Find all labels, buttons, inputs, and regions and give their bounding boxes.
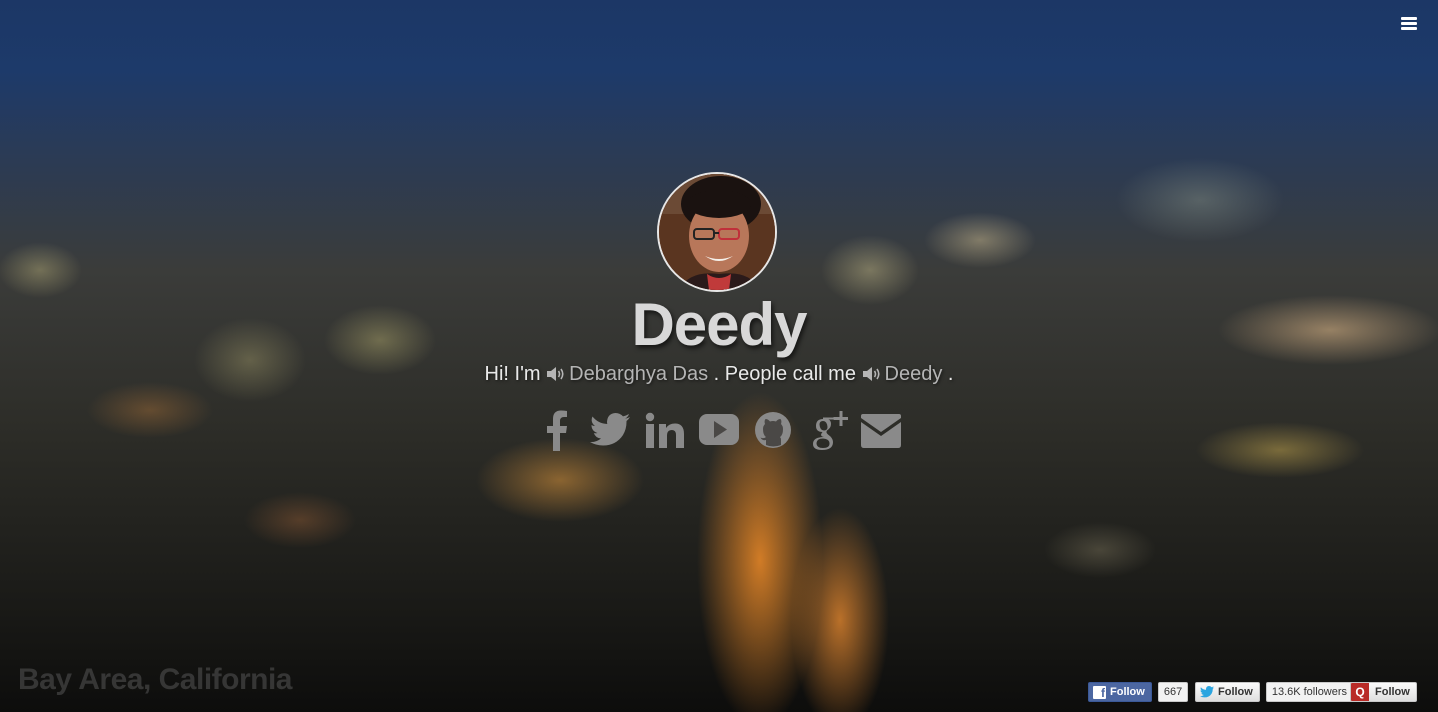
full-name-pronunciation[interactable]: Debarghya Das — [546, 363, 714, 385]
full-name: Debarghya Das — [569, 363, 709, 385]
speaker-icon — [862, 367, 880, 381]
google-plus-link[interactable] — [806, 407, 849, 453]
page-title: Deedy — [631, 291, 807, 358]
nickname: Deedy — [884, 363, 943, 385]
speaker-icon — [547, 367, 564, 381]
location-label: Bay Area, California — [18, 663, 293, 696]
quora-follow-widget: Q Follow — [1350, 682, 1417, 702]
twitter-link[interactable] — [590, 407, 632, 453]
quora-follow-label: Follow — [1375, 686, 1410, 698]
avatar — [657, 172, 777, 292]
intro-prefix: Hi! I'm — [484, 363, 541, 385]
social-links — [0, 407, 1438, 453]
youtube-link[interactable] — [698, 407, 740, 453]
twitter-follow-button[interactable]: Follow — [1195, 682, 1260, 702]
twitter-follower-count: 13.6K followers — [1265, 682, 1354, 702]
intro-line: Hi! I'm Debarghya Das . People call me D… — [0, 363, 1438, 386]
twitter-follow-label: Follow — [1218, 686, 1253, 698]
facebook-follow-label: Follow — [1110, 686, 1145, 698]
facebook-icon: f — [1093, 685, 1106, 699]
envelope-icon — [861, 414, 901, 448]
facebook-follow-button[interactable]: f Follow — [1088, 682, 1152, 702]
quora-follow-button[interactable]: Q Follow — [1350, 682, 1417, 702]
nickname-pronunciation[interactable]: Deedy — [862, 363, 948, 385]
twitter-icon — [1200, 686, 1214, 698]
facebook-link[interactable] — [536, 407, 578, 453]
facebook-icon — [547, 410, 567, 451]
google-plus-icon — [813, 411, 849, 450]
github-link[interactable] — [752, 407, 794, 453]
twitter-icon — [590, 413, 630, 446]
youtube-icon — [699, 414, 739, 445]
intro-middle: . People call me — [713, 363, 856, 385]
facebook-follow-count: 667 — [1157, 682, 1189, 702]
twitter-follow-widget: Follow 13.6K followers — [1195, 682, 1354, 702]
linkedin-icon — [645, 412, 684, 448]
quora-icon: Q — [1351, 683, 1369, 701]
intro-suffix: . — [947, 363, 954, 385]
email-link[interactable] — [860, 407, 902, 453]
hamburger-menu-icon[interactable] — [1401, 17, 1417, 31]
github-icon — [755, 412, 791, 448]
facebook-follow-widget: f Follow 667 — [1088, 682, 1189, 702]
linkedin-link[interactable] — [644, 407, 686, 453]
